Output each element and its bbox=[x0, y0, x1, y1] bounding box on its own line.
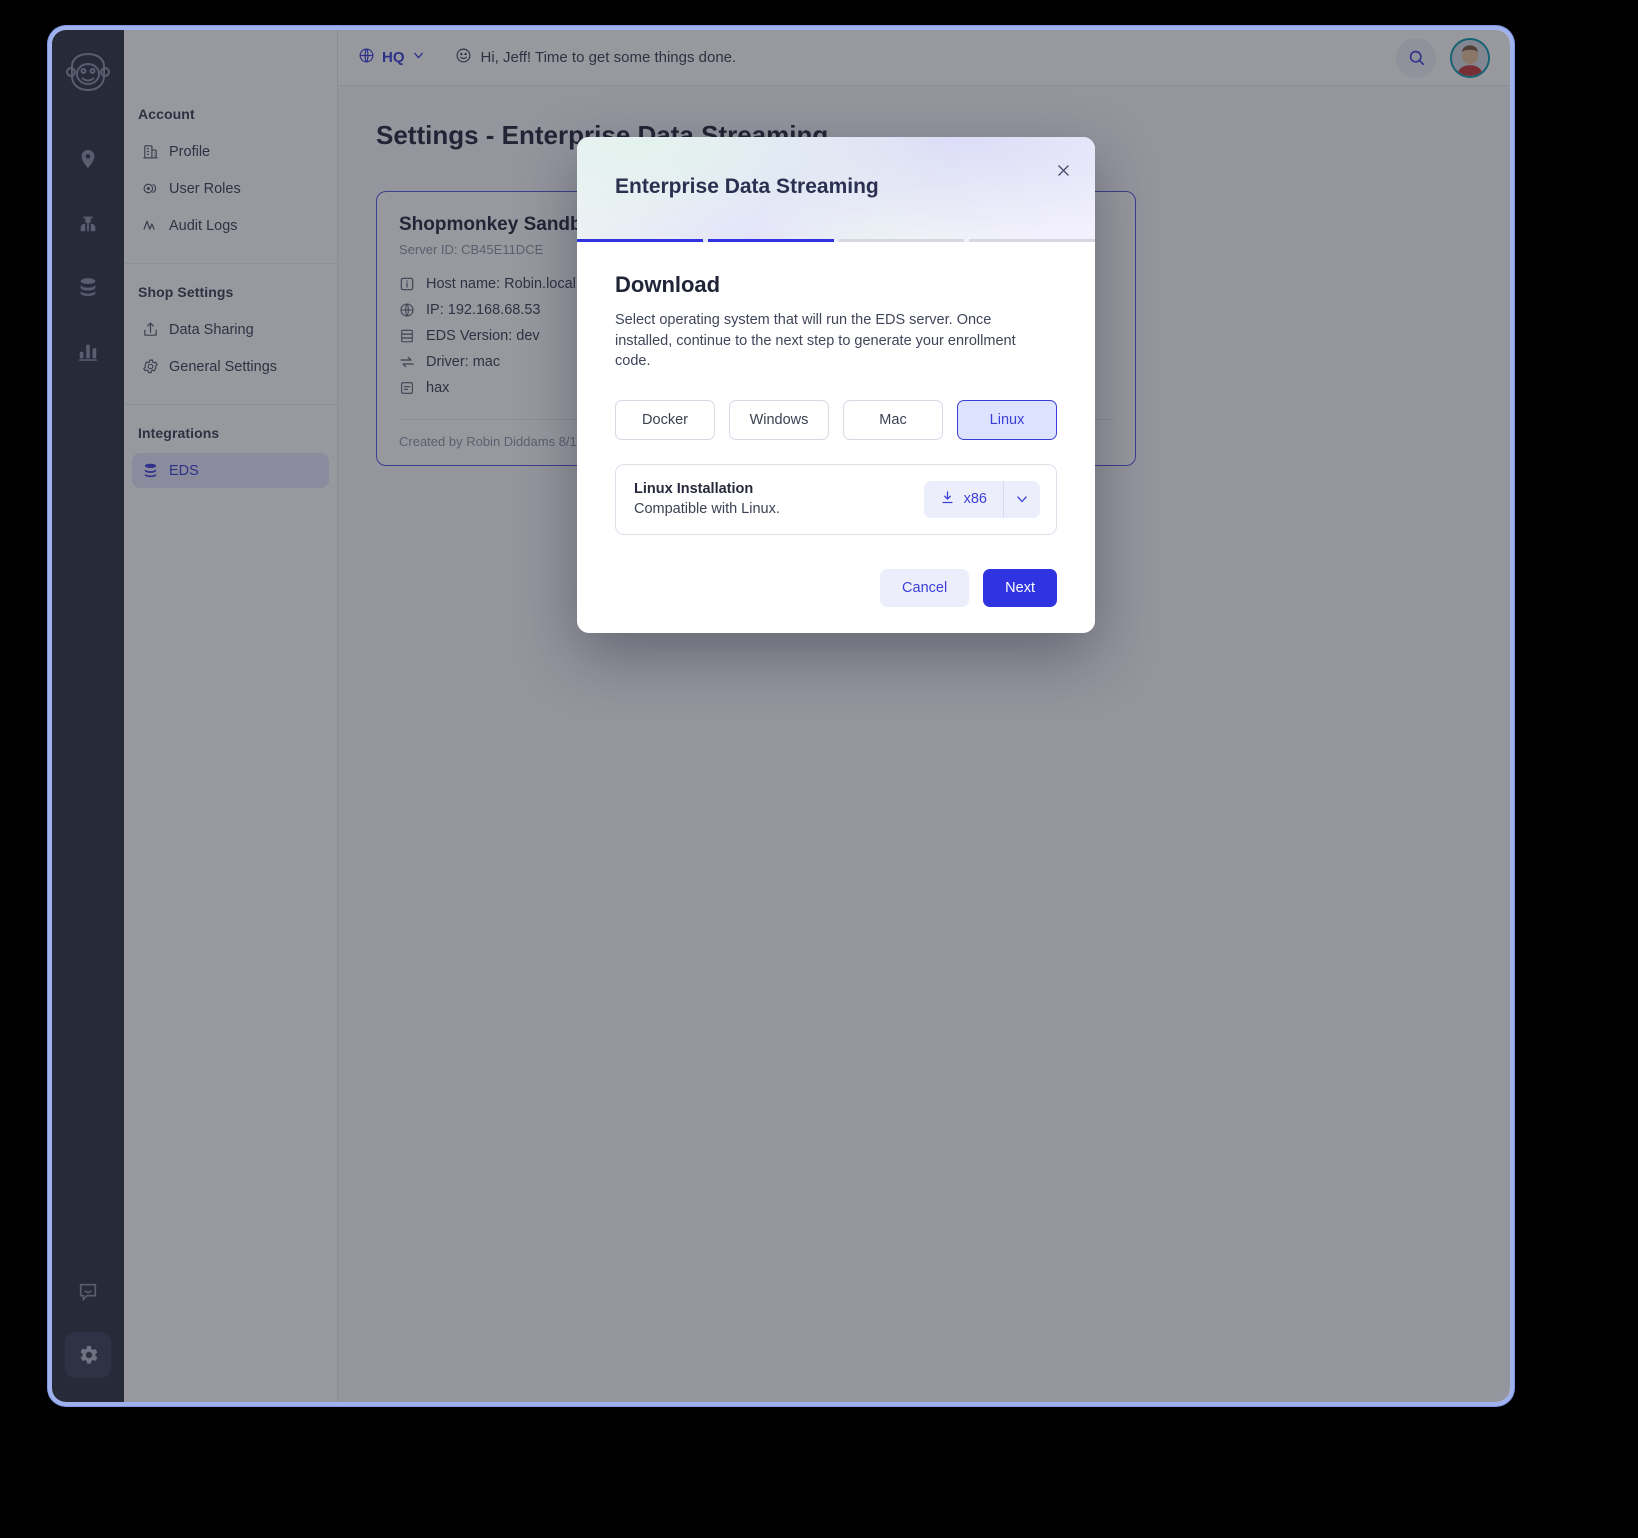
progress-segment-1 bbox=[577, 239, 703, 242]
step-title: Download bbox=[615, 272, 721, 297]
os-selector: Docker Windows Mac Linux bbox=[615, 399, 1057, 440]
install-card: Linux Installation Compatible with Linux… bbox=[615, 463, 1057, 535]
eds-wizard-modal: Enterprise Data Streaming Download Selec… bbox=[577, 137, 1095, 633]
modal-footer: Cancel Next bbox=[615, 568, 1057, 607]
download-icon bbox=[940, 490, 955, 509]
progress-segment-4 bbox=[969, 239, 1095, 242]
modal-body: Download Select operating system that wi… bbox=[577, 242, 1095, 633]
modal-title: Enterprise Data Streaming bbox=[615, 175, 879, 198]
os-option-docker[interactable]: Docker bbox=[615, 399, 715, 440]
download-arch-button[interactable]: x86 bbox=[923, 480, 1003, 518]
os-option-linux[interactable]: Linux bbox=[957, 399, 1057, 440]
download-arch-label: x86 bbox=[963, 491, 987, 508]
modal-header: Enterprise Data Streaming bbox=[577, 137, 1095, 242]
install-subtitle: Compatible with Linux. bbox=[634, 501, 780, 518]
wizard-progress bbox=[577, 239, 1095, 242]
cancel-button[interactable]: Cancel bbox=[880, 568, 970, 607]
install-name: Linux Installation bbox=[634, 481, 754, 498]
os-option-mac[interactable]: Mac bbox=[843, 399, 943, 440]
progress-segment-2 bbox=[707, 239, 834, 242]
step-description: Select operating system that will run th… bbox=[615, 312, 1016, 370]
close-icon[interactable] bbox=[1049, 156, 1077, 184]
app-window: Account Profile User Roles Audit Logs Sh… bbox=[52, 30, 1510, 1402]
os-option-windows[interactable]: Windows bbox=[729, 399, 829, 440]
next-button[interactable]: Next bbox=[983, 568, 1057, 607]
install-info: Linux Installation Compatible with Linux… bbox=[634, 481, 780, 517]
progress-segment-3 bbox=[838, 239, 965, 242]
download-split-button: x86 bbox=[923, 480, 1040, 518]
chevron-down-icon[interactable] bbox=[1003, 480, 1040, 518]
